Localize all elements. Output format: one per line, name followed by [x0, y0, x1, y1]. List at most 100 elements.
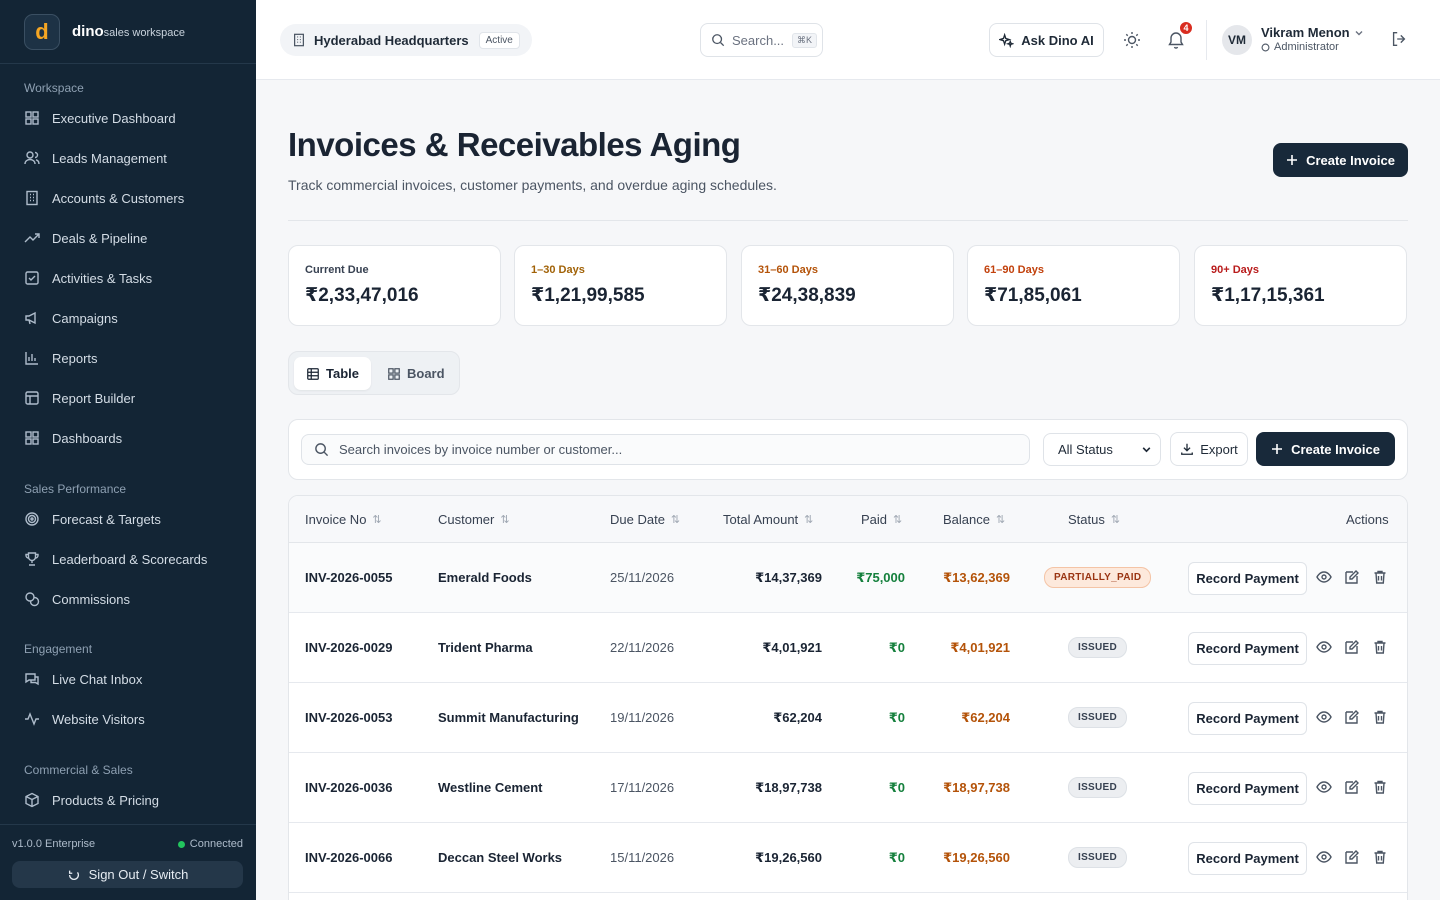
edit-icon[interactable] — [1344, 849, 1360, 865]
column-header-total[interactable]: Total Amount ⇅ — [723, 512, 813, 527]
connection-status: Connected — [177, 838, 243, 850]
invoice-number[interactable]: INV-2026-0066 — [305, 850, 392, 865]
sort-icon: ⇅ — [372, 514, 382, 526]
invoice-search-input[interactable]: Search invoices by invoice number or cus… — [301, 434, 1030, 465]
table-row[interactable]: INV-2026-0036 Westline Cement 17/11/2026 ₹1… — [289, 753, 1407, 823]
invoice-number[interactable]: INV-2026-0036 — [305, 780, 392, 795]
avatar[interactable]: VM — [1222, 25, 1252, 55]
trash-icon[interactable] — [1372, 639, 1388, 655]
record-payment-button[interactable]: Record Payment — [1188, 702, 1307, 735]
chevron-down-icon[interactable] — [1354, 28, 1364, 38]
coins-icon — [25, 592, 40, 607]
sidebar-item-report-builder[interactable]: Report Builder — [0, 378, 256, 418]
brand[interactable]: d dinosales workspace — [0, 0, 256, 64]
top-header: Hyderabad Headquarters Active Search... … — [256, 0, 1440, 80]
brand-logo: d — [24, 13, 60, 50]
sidebar-item-website-visitors[interactable]: Website Visitors — [0, 699, 256, 739]
column-header-status[interactable]: Status ⇅ — [1068, 512, 1120, 527]
table-row[interactable]: INV-2026-0053 Summit Manufacturing 19/11/2… — [289, 683, 1407, 753]
column-header-actions: Actions — [1346, 512, 1389, 527]
sidebar-item-live-chat-inbox[interactable]: Live Chat Inbox — [0, 659, 256, 699]
edit-icon[interactable] — [1344, 639, 1360, 655]
table-row[interactable]: INV-2026-0055 Emerald Foods 25/11/2026 ₹14,… — [289, 543, 1407, 613]
customer-name: Deccan Steel Works — [438, 850, 563, 865]
edit-icon[interactable] — [1344, 569, 1360, 585]
eye-icon[interactable] — [1316, 709, 1332, 725]
nav-sales-performance: Sales Performance Forecast & Targets Lea… — [0, 479, 256, 619]
eye-icon[interactable] — [1316, 779, 1332, 795]
sidebar-item-deals-pipeline[interactable]: Deals & Pipeline — [0, 218, 256, 258]
sidebar-item-forecast-targets[interactable]: Forecast & Targets — [0, 499, 256, 539]
invoice-number[interactable]: INV-2026-0029 — [305, 640, 392, 655]
status-filter-select[interactable]: All Status — [1043, 433, 1161, 466]
create-invoice-button[interactable]: Create Invoice — [1273, 143, 1408, 177]
tab-board-view[interactable]: Board — [375, 357, 457, 390]
table-row[interactable]: INV-2026-0029 Trident Pharma 22/11/2026 ₹4,… — [289, 613, 1407, 683]
user-name[interactable]: Vikram Menon — [1261, 25, 1350, 40]
sidebar-item-label: Commissions — [52, 591, 131, 607]
sidebar-footer: v1.0.0 Enterprise Connected Sign Out / S… — [0, 824, 256, 900]
circle-icon — [1261, 43, 1270, 51]
record-payment-button[interactable]: Record Payment — [1188, 632, 1307, 665]
sidebar-item-label: Accounts & Customers — [52, 190, 185, 206]
trash-icon[interactable] — [1372, 849, 1388, 865]
create-invoice-button[interactable]: Create Invoice — [1256, 432, 1395, 466]
invoice-number[interactable]: INV-2026-0055 — [305, 570, 392, 585]
header-divider — [1206, 20, 1207, 60]
ask-ai-button[interactable]: Ask Dino AI — [989, 23, 1104, 57]
column-header-paid[interactable]: Paid ⇅ — [861, 512, 902, 527]
sign-out-button[interactable]: Sign Out / Switch — [12, 861, 243, 888]
column-header-due-date[interactable]: Due Date ⇅ — [610, 512, 680, 527]
grid-icon — [388, 367, 400, 380]
customer-name: Westline Cement — [438, 780, 543, 795]
due-date: 25/11/2026 — [610, 570, 675, 585]
sidebar-item-reports[interactable]: Reports — [0, 338, 256, 378]
eye-icon[interactable] — [1316, 569, 1332, 585]
edit-icon[interactable] — [1344, 709, 1360, 725]
sidebar-item-dashboards[interactable]: Dashboards — [0, 418, 256, 458]
edit-icon[interactable] — [1344, 779, 1360, 795]
sidebar: d dinosales workspace Workspace Executiv… — [0, 0, 256, 900]
chevron-down-icon — [1142, 447, 1151, 453]
table-row[interactable]: INV-2026-0066 Deccan Steel Works 15/11/202… — [289, 823, 1407, 893]
stat-card-current-due: Current Due ₹2,33,47,016 — [288, 245, 501, 326]
export-button[interactable]: Export — [1170, 432, 1248, 466]
sidebar-item-label: Deals & Pipeline — [52, 230, 148, 246]
bar-chart-icon — [25, 352, 38, 365]
sidebar-item-products-pricing[interactable]: Products & Pricing — [0, 780, 256, 820]
tab-table-view[interactable]: Table — [294, 357, 371, 390]
column-header-invoice[interactable]: Invoice No ⇅ — [305, 512, 382, 527]
sidebar-item-accounts-customers[interactable]: Accounts & Customers — [0, 178, 256, 218]
trend-icon — [24, 233, 40, 243]
eye-icon[interactable] — [1316, 639, 1332, 655]
sidebar-item-leaderboard[interactable]: Leaderboard & Scorecards — [0, 539, 256, 579]
record-payment-button[interactable]: Record Payment — [1188, 772, 1307, 805]
column-header-customer[interactable]: Customer ⇅ — [438, 512, 510, 527]
sort-icon: ⇅ — [893, 514, 903, 526]
trash-icon[interactable] — [1372, 569, 1388, 585]
version-label: v1.0.0 Enterprise — [12, 838, 96, 850]
column-header-balance[interactable]: Balance ⇅ — [943, 512, 1005, 527]
sidebar-item-activities-tasks[interactable]: Activities & Tasks — [0, 258, 256, 298]
sidebar-item-commissions[interactable]: Commissions — [0, 579, 256, 619]
sidebar-item-leads-management[interactable]: Leads Management — [0, 138, 256, 178]
sidebar-item-executive-dashboard[interactable]: Executive Dashboard — [0, 98, 256, 138]
workspace-switcher[interactable]: Hyderabad Headquarters Active — [280, 24, 532, 56]
global-search-input[interactable]: Search... ⌘K — [700, 23, 823, 57]
trash-icon[interactable] — [1372, 709, 1388, 725]
paid-amount: ₹0 — [888, 640, 905, 655]
header-divider — [288, 220, 1408, 221]
sun-icon[interactable] — [1122, 30, 1142, 50]
invoice-number[interactable]: INV-2026-0053 — [305, 710, 392, 725]
sidebar-item-label: Forecast & Targets — [52, 511, 161, 527]
refresh-icon — [68, 870, 79, 880]
record-payment-button[interactable]: Record Payment — [1188, 842, 1307, 875]
sidebar-item-label: Campaigns — [52, 310, 118, 326]
paid-amount: ₹0 — [888, 780, 905, 795]
eye-icon[interactable] — [1316, 849, 1332, 865]
trash-icon[interactable] — [1372, 779, 1388, 795]
record-payment-button[interactable]: Record Payment — [1188, 562, 1307, 595]
sidebar-item-campaigns[interactable]: Campaigns — [0, 298, 256, 338]
logout-icon[interactable] — [1390, 30, 1408, 48]
chat-icon — [25, 673, 39, 686]
